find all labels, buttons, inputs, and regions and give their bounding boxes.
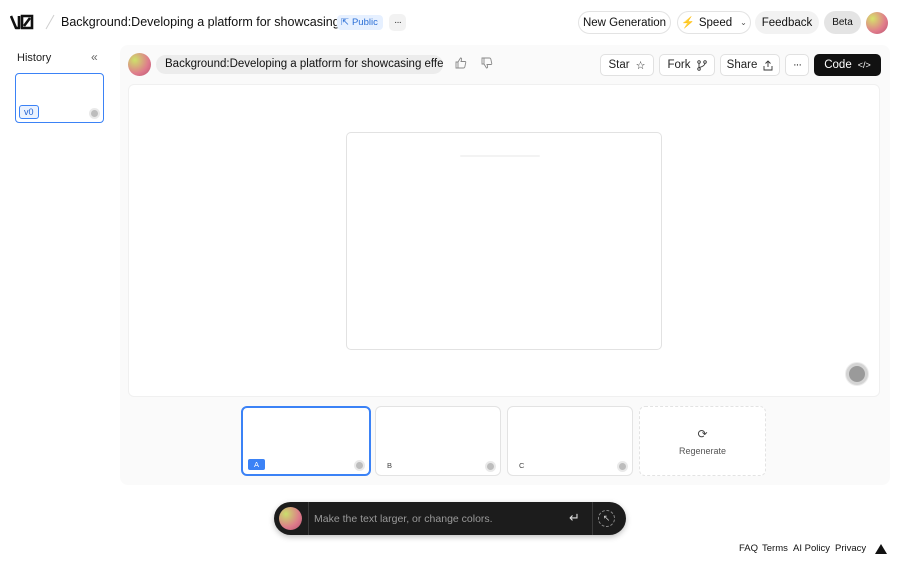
fork-label: Fork [667,59,691,71]
title-more-button[interactable]: ··· [389,14,406,31]
code-icon: </> [857,60,871,70]
speed-label: Speed [698,16,733,29]
star-button[interactable]: Star ☆ [600,54,654,76]
divider [308,502,309,535]
code-label: Code [824,59,852,71]
avatar [485,461,496,472]
placeholder-line [460,155,540,157]
lightning-icon: ⚡ [681,17,695,29]
chat-title[interactable]: Background:Developing a platform for sho… [61,15,380,29]
divider [592,502,593,535]
code-button[interactable]: Code </> [814,54,881,76]
star-icon: ☆ [635,59,646,72]
v0-logo[interactable] [10,13,42,31]
variant-label: B [387,461,393,470]
vercel-logo-icon[interactable] [875,544,887,554]
new-generation-button[interactable]: New Generation [578,11,671,34]
variant-card-b[interactable]: B [375,406,501,476]
avatar [89,108,100,119]
speed-selector[interactable]: ⚡ Speed ⌄ [677,11,751,34]
thumbs-up-icon[interactable] [454,57,468,71]
beta-badge: Beta [824,11,861,34]
footer-privacy-link[interactable]: Privacy [835,543,866,554]
upload-icon [763,59,773,70]
history-heading: History [17,52,52,64]
fork-icon [696,59,707,71]
share-icon: ⇱ [341,17,349,28]
regenerate-label: Regenerate [678,446,727,456]
chevron-down-icon: ⌄ [740,18,747,27]
feedback-button[interactable]: Feedback [755,11,819,34]
fork-button[interactable]: Fork [659,54,715,76]
enter-icon[interactable]: ↵ [569,510,580,526]
collapse-sidebar-icon[interactable]: « [91,50,98,64]
thumbs-down-icon[interactable] [480,57,494,71]
variant-card-a[interactable]: A [241,406,371,476]
more-options-button[interactable]: ··· [785,54,809,76]
chat-bar: ↵ ↖ [274,502,626,535]
variant-label: A [248,459,266,470]
chat-avatar [279,507,302,530]
breadcrumb-separator [45,14,55,30]
share-label: Share [726,59,758,71]
footer-terms-link[interactable]: Terms [762,543,788,554]
generated-frame [346,132,662,350]
preview-avatar [846,363,868,385]
user-avatar[interactable] [866,12,888,34]
top-bar: Background:Developing a platform for sho… [0,0,900,45]
select-element-icon[interactable]: ↖ [598,510,615,527]
variant-card-c[interactable]: C [507,406,633,476]
share-button[interactable]: Share [720,54,780,76]
regenerate-button[interactable]: ⟳ Regenerate [639,406,766,476]
variant-label: C [519,461,525,470]
prompt-author-avatar [128,53,151,76]
prompt-text[interactable]: Background:Developing a platform for sho… [156,55,443,74]
visibility-badge[interactable]: ⇱ Public [337,15,383,30]
footer-faq-link[interactable]: FAQ [739,543,758,554]
footer-ai-policy-link[interactable]: AI Policy [793,543,830,554]
visibility-label: Public [351,17,378,28]
version-badge: v0 [19,105,39,119]
avatar [354,460,365,471]
avatar [617,461,628,472]
refresh-icon: ⟳ [697,427,708,441]
history-item[interactable]: v0 [15,73,104,123]
star-label: Star [608,59,630,71]
prompt-input[interactable] [314,510,564,527]
